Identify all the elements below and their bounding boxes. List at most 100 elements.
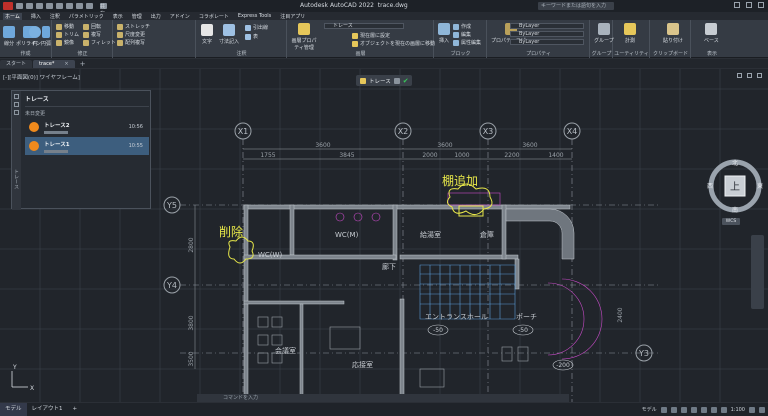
lineweight-icon[interactable]	[710, 406, 717, 413]
tab-featured[interactable]: 注目アプリ	[280, 13, 305, 20]
text-button[interactable]: 文字	[201, 24, 213, 45]
view-panel-label[interactable]: 表示	[692, 50, 732, 57]
layer-properties-button[interactable]: 画層プロパティ管理	[291, 23, 317, 51]
measure-button[interactable]: 計測	[624, 23, 636, 44]
autocad-logo-icon[interactable]	[3, 2, 13, 10]
linetype-dropdown[interactable]: ByLayer	[510, 31, 584, 37]
share-icon[interactable]	[86, 3, 93, 9]
viewcube-top[interactable]: 上	[730, 181, 740, 193]
wcs-menu[interactable]: WCS	[722, 218, 740, 225]
scale-button[interactable]: 尺度変更	[117, 31, 145, 38]
line-button[interactable]: 線分	[3, 26, 15, 47]
new-tab-icon[interactable]: +	[76, 60, 90, 68]
redo-icon[interactable]	[76, 3, 83, 9]
tab-collaborate[interactable]: コラボレート	[199, 13, 229, 20]
create-block-button[interactable]: 作成	[453, 23, 471, 30]
new-icon[interactable]	[16, 3, 23, 9]
paste-button[interactable]: 貼り付け	[663, 23, 683, 44]
delete-cloud[interactable]	[228, 236, 254, 264]
tab-manage[interactable]: 管理	[132, 13, 142, 20]
palette-properties-icon[interactable]	[14, 110, 19, 115]
leader-button[interactable]: 引出線	[245, 24, 268, 31]
minimize-icon[interactable]	[734, 2, 740, 8]
stretch-button[interactable]: ストレッチ	[117, 23, 150, 30]
tab-parametric[interactable]: パラメトリック	[69, 13, 104, 20]
save-icon[interactable]	[36, 3, 43, 9]
search-input[interactable]: キーワードまたは語句を入力	[538, 2, 614, 10]
tab-insert[interactable]: 挿入	[31, 13, 41, 20]
tab-home[interactable]: ホーム	[3, 12, 22, 20]
tab-annotate[interactable]: 注釈	[50, 13, 60, 20]
edit-attr-button[interactable]: 属性編集	[453, 39, 481, 46]
trace-accept-icon[interactable]: ✔	[403, 77, 409, 85]
groups-panel-label[interactable]: グループ	[591, 50, 612, 57]
viewport-label[interactable]: [-][平面図(0)] ワイヤフレーム]	[3, 73, 80, 81]
move-button[interactable]: 移動	[56, 23, 74, 30]
tab-express[interactable]: Express Tools	[238, 13, 271, 19]
array-button[interactable]: 配列複写	[117, 39, 145, 46]
tab-layout1[interactable]: レイアウト1	[27, 403, 68, 416]
fillet-button[interactable]: フィレット	[83, 39, 116, 46]
tab-drawing[interactable]: trace* ×	[33, 60, 75, 68]
tab-addins[interactable]: アドイン	[170, 13, 190, 20]
tab-view[interactable]: 表示	[113, 13, 123, 20]
model-space-label[interactable]: モデル	[642, 406, 657, 413]
copy-button[interactable]: 複写	[83, 31, 101, 38]
circle-button[interactable]: 円	[29, 26, 41, 47]
osnap-icon[interactable]	[700, 406, 707, 413]
layer-dropdown[interactable]: トレース	[324, 23, 404, 29]
arc-button[interactable]: 円弧	[41, 26, 51, 47]
tab-model[interactable]: モデル	[0, 403, 27, 416]
group-button[interactable]: グループ	[594, 23, 614, 44]
move-to-layer-button[interactable]: オブジェクトを現在の画層に移動	[352, 40, 435, 47]
properties-panel-label[interactable]: プロパティ	[488, 50, 589, 57]
viewport-minimize-icon[interactable]	[737, 73, 742, 78]
command-line-input[interactable]: コマンドを入力	[197, 394, 569, 402]
base-view-button[interactable]: ベース	[704, 23, 719, 44]
compass-west[interactable]: 西	[707, 183, 713, 190]
drawing-viewport[interactable]: X1 X2 X3 X4 Y5 Y4 Y3 3600 3600 3600 1755…	[0, 69, 768, 402]
viewport-close-icon[interactable]	[757, 73, 762, 78]
insert-button[interactable]: 挿入	[438, 23, 450, 44]
compass-east[interactable]: 東	[757, 182, 763, 190]
compass-north[interactable]: 北	[732, 159, 738, 167]
trace-settings-icon[interactable]	[393, 77, 400, 84]
navigation-bar[interactable]	[751, 235, 764, 309]
tab-output[interactable]: 出力	[151, 13, 161, 20]
close-icon[interactable]	[758, 2, 764, 8]
trace-list-item[interactable]: トレース2 10:56	[25, 118, 149, 136]
edit-block-button[interactable]: 編集	[453, 31, 471, 38]
workspace-gear-icon[interactable]	[749, 406, 755, 413]
dimension-button[interactable]: 寸法記入	[219, 24, 239, 45]
draw-panel-label[interactable]: 作成	[0, 50, 51, 57]
annotation-panel-label[interactable]: 注釈	[197, 50, 286, 57]
palette-autohide-icon[interactable]	[14, 102, 19, 107]
lineweight-dropdown[interactable]: ByLayer	[510, 39, 584, 45]
add-layout-icon[interactable]: +	[68, 403, 83, 416]
snap-icon[interactable]	[670, 406, 677, 413]
viewcube-compass[interactable]: 上 北 南 東 西	[706, 157, 764, 215]
customize-icon[interactable]	[759, 406, 765, 413]
annotation-icon[interactable]	[720, 406, 727, 413]
saveas-icon[interactable]	[46, 3, 53, 9]
make-current-button[interactable]: 現在層に設定	[352, 32, 390, 39]
shelf-cloud[interactable]	[446, 183, 493, 215]
block-panel-label[interactable]: ブロック	[435, 50, 486, 57]
viewport-maximize-icon[interactable]	[747, 73, 752, 78]
mirror-button[interactable]: 鏡像	[56, 39, 74, 46]
clipboard-panel-label[interactable]: クリップボード	[651, 50, 690, 57]
color-dropdown[interactable]: ByLayer	[510, 23, 584, 29]
palette-close-icon[interactable]	[14, 94, 19, 99]
annotation-scale[interactable]: 1:100	[731, 407, 745, 413]
open-icon[interactable]	[26, 3, 33, 9]
layers-panel-label[interactable]: 画層	[288, 50, 433, 57]
share-label[interactable]: 共有	[100, 3, 107, 17]
modify-panel-label[interactable]: 修正	[53, 50, 112, 57]
table-button[interactable]: 表	[245, 33, 258, 40]
utilities-panel-label[interactable]: ユーティリティ	[614, 50, 649, 57]
undo-icon[interactable]	[66, 3, 73, 9]
polar-icon[interactable]	[690, 406, 697, 413]
plot-icon[interactable]	[56, 3, 63, 9]
maximize-icon[interactable]	[746, 2, 752, 8]
compass-south[interactable]: 南	[732, 206, 738, 214]
